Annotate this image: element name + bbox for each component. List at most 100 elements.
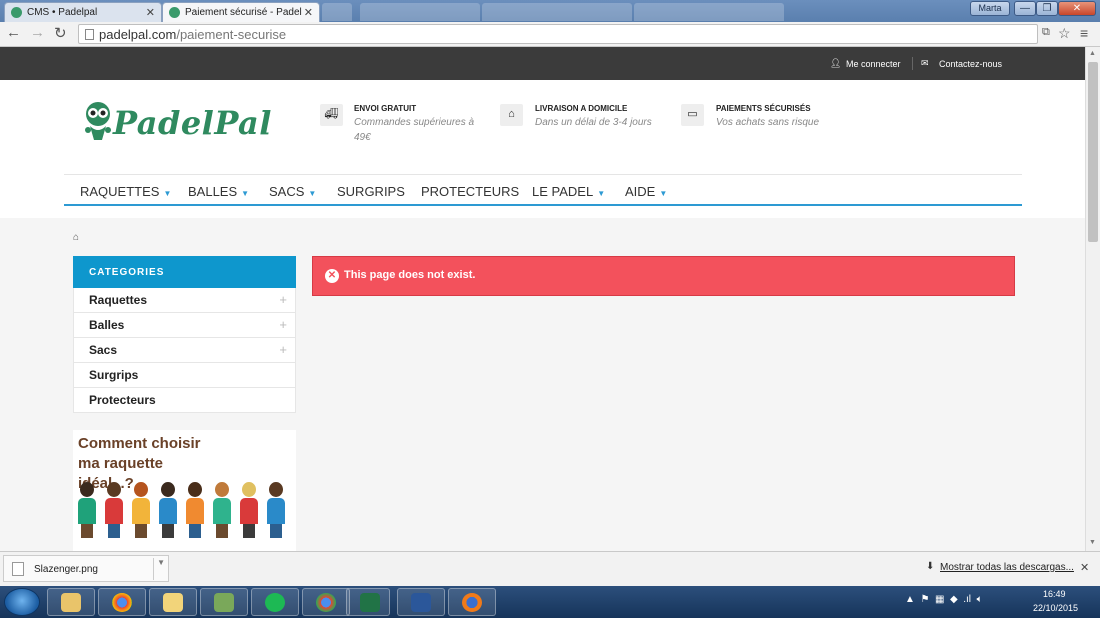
category-item-raquettes[interactable]: Raquettes +	[73, 288, 296, 313]
url-host: padelpal.com	[99, 27, 177, 42]
person-illustration	[240, 482, 258, 538]
category-item-balles[interactable]: Balles +	[73, 313, 296, 338]
plus-icon[interactable]: +	[279, 342, 287, 357]
breadcrumb-home-icon[interactable]: ⌂	[73, 232, 79, 243]
show-all-downloads-link[interactable]: Mostrar todas las descargas...	[940, 562, 1074, 573]
close-download-shelf-icon[interactable]: ✕	[1080, 561, 1089, 574]
clock-date[interactable]: 22/10/2015	[1033, 603, 1078, 613]
nav-label: BALLES	[188, 184, 238, 199]
system-tray-icons[interactable]: ▲ ⚑ ▦ ◆ .ıl 🔈︎	[905, 594, 983, 605]
error-alert: ✕ This page does not exist.	[312, 256, 1015, 296]
categories-heading: CATEGORIES	[73, 256, 296, 288]
forward-arrow-icon[interactable]: →	[30, 24, 45, 41]
scroll-up-arrow-icon[interactable]: ▲	[1089, 50, 1096, 57]
racket-guide-banner[interactable]: Comment choisir ma raquette idéal...?	[73, 430, 296, 551]
category-item-sacs[interactable]: Sacs +	[73, 338, 296, 363]
top-bar-divider	[912, 57, 913, 70]
nav-label: SURGRIPS	[337, 184, 405, 199]
contact-link[interactable]: Contactez-nous	[939, 59, 1002, 69]
background-window-tab	[482, 3, 632, 21]
credit-card-icon: ▭	[681, 104, 704, 126]
plus-icon[interactable]: +	[279, 317, 287, 332]
background-window-tab	[634, 3, 784, 21]
chevron-down-icon[interactable]: ▼	[153, 558, 165, 580]
person-illustration	[132, 482, 150, 538]
scrollbar-thumb[interactable]	[1088, 62, 1098, 242]
image-file-icon	[12, 562, 24, 576]
page-icon	[85, 29, 94, 40]
excel-taskbar-icon[interactable]	[346, 588, 390, 616]
nav-item-aide[interactable]: AIDE ▼	[625, 184, 667, 199]
tab-title: Paiement sécurisé - Padel	[185, 7, 302, 18]
error-message: This page does not exist.	[344, 269, 476, 281]
word-taskbar-icon[interactable]	[397, 588, 445, 616]
category-item-protecteurs[interactable]: Protecteurs	[73, 388, 296, 413]
minimize-window-icon[interactable]: —	[1014, 1, 1036, 16]
login-link[interactable]: Me connecter	[846, 59, 901, 69]
caret-down-icon: ▼	[308, 189, 317, 198]
bookmark-star-icon[interactable]: ☆	[1058, 25, 1071, 42]
maximize-window-icon[interactable]: ❐	[1036, 1, 1058, 16]
nav-item-protecteurs[interactable]: PROTECTEURS	[421, 184, 519, 199]
caret-down-icon: ▼	[241, 189, 250, 198]
chrome-menu-icon[interactable]: ≡	[1080, 25, 1088, 41]
truck-icon: 🚚︎	[320, 104, 343, 126]
nav-item-sacs[interactable]: SACS ▼	[269, 184, 316, 199]
nav-label: LE PADEL	[532, 184, 594, 199]
reload-icon[interactable]: ↻	[54, 24, 67, 42]
user-icon: 👤︎	[830, 58, 842, 68]
feature-subtitle: Vos achats sans risque	[716, 117, 820, 128]
tab-title: CMS • Padelpal	[27, 7, 98, 18]
start-button[interactable]	[4, 588, 40, 616]
url-path: /paiement-securise	[176, 27, 287, 42]
category-label: Balles	[89, 318, 125, 332]
back-arrow-icon[interactable]: ←	[6, 24, 21, 41]
feature-subtitle: Dans un délai de 3-4 jours	[535, 117, 652, 128]
nav-label: SACS	[269, 184, 305, 199]
paint-taskbar-icon[interactable]	[200, 588, 248, 616]
feature-title: ENVOI GRATUIT	[354, 104, 417, 113]
close-window-icon[interactable]: ✕	[1058, 1, 1096, 16]
nav-item-balles[interactable]: BALLES ▼	[188, 184, 249, 199]
logo-text[interactable]: PadelPal	[113, 104, 272, 142]
padelpal-favicon-icon	[169, 7, 180, 18]
category-label: Surgrips	[89, 368, 139, 382]
browser-profile-button[interactable]: Marta	[970, 1, 1010, 16]
chrome-profile-taskbar-icon[interactable]	[302, 588, 350, 616]
person-illustration	[78, 482, 96, 538]
nav-label: RAQUETTES	[80, 184, 160, 199]
nav-label: AIDE	[625, 184, 656, 199]
padelpal-favicon-icon	[11, 7, 22, 18]
new-tab-button[interactable]	[322, 3, 352, 21]
mail-taskbar-icon[interactable]	[149, 588, 197, 616]
feature-title: LIVRAISON A DOMICILE	[535, 104, 628, 113]
clock-time[interactable]: 16:49	[1043, 589, 1066, 599]
category-label: Protecteurs	[89, 393, 156, 407]
explorer-taskbar-icon[interactable]	[47, 588, 95, 616]
person-illustration	[213, 482, 231, 538]
plus-icon[interactable]: +	[279, 292, 287, 307]
chrome-taskbar-icon[interactable]	[98, 588, 146, 616]
category-item-surgrips[interactable]: Surgrips	[73, 363, 296, 388]
tab-close-icon[interactable]: ✕	[304, 6, 313, 19]
tab-close-icon[interactable]: ✕	[146, 6, 155, 19]
address-bar[interactable]: padelpal.com/paiement-securise	[78, 24, 1038, 44]
person-illustration	[159, 482, 177, 538]
scroll-down-arrow-icon[interactable]: ▼	[1089, 539, 1096, 546]
tab-cms-padelpal[interactable]: CMS • Padelpal ✕	[4, 2, 162, 22]
person-illustration	[267, 482, 285, 538]
spotify-taskbar-icon[interactable]	[251, 588, 299, 616]
firefox-taskbar-icon[interactable]	[448, 588, 496, 616]
nav-item-le-padel[interactable]: LE PADEL ▼	[532, 184, 605, 199]
main-navigation: RAQUETTES ▼ BALLES ▼ SACS ▼ SURGRIPS PROTEC…	[64, 174, 1022, 206]
feature-subtitle: Commandes supérieures à 49€	[354, 117, 475, 143]
caret-down-icon: ▼	[659, 189, 668, 198]
nav-item-surgrips[interactable]: SURGRIPS	[337, 184, 405, 199]
nav-item-raquettes[interactable]: RAQUETTES ▼	[80, 184, 171, 199]
category-label: Sacs	[89, 343, 118, 357]
background-window-tab	[360, 3, 480, 21]
translate-icon[interactable]: ⧉	[1042, 26, 1050, 39]
tab-paiement-securise[interactable]: Paiement sécurisé - Padel ✕	[162, 2, 320, 22]
download-item[interactable]: Slazenger.png ▼	[3, 555, 169, 582]
caret-down-icon: ▼	[597, 189, 606, 198]
